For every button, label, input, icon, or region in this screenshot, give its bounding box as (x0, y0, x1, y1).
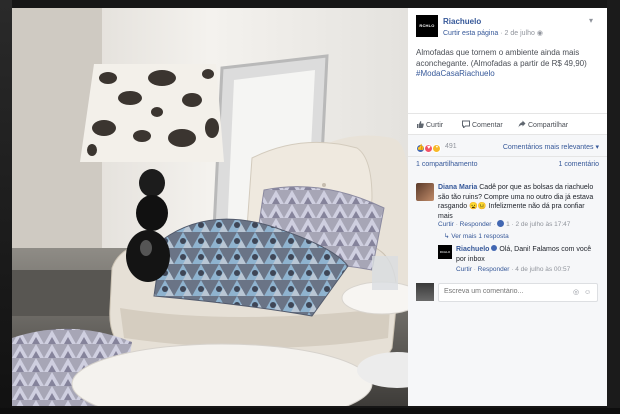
like-page-link[interactable]: Curtir esta página (443, 30, 498, 37)
comments-count[interactable]: 1 comentário (559, 161, 599, 168)
caret-down-icon: ▾ (595, 144, 599, 151)
stats-row: 1 compartilhamento 1 comentário (408, 157, 607, 175)
comment-composer[interactable]: ◎ ☺ (438, 283, 598, 302)
reply-like-link[interactable]: Curtir (456, 266, 472, 273)
chevron-down-icon[interactable]: ▾ (589, 16, 598, 25)
reply-date[interactable]: 4 de julho às 00:57 (515, 266, 570, 273)
photo-viewer: RCHLO Riachuelo Curtir esta página · 2 d… (0, 0, 620, 414)
comment-text-block: Diana Maria Cadê por que as bolsas da ri… (438, 183, 598, 221)
post-body: Almofadas que tornem o ambiente ainda ma… (408, 48, 607, 88)
reply-reply-link[interactable]: Responder (478, 266, 510, 273)
like-button[interactable]: Curtir (416, 120, 443, 129)
backdrop-bottom (0, 408, 620, 414)
wow-reaction-icon: • (432, 144, 442, 153)
commenter-name[interactable]: Diana Maria (438, 184, 477, 191)
comment-like-link[interactable]: Curtir (438, 221, 454, 228)
sort-label: Comentários mais relevantes (502, 144, 594, 151)
sticker-icon[interactable]: ☺ (584, 289, 592, 297)
more-replies-label: Ver mais 1 resposta (451, 233, 509, 240)
comment-button[interactable]: Comentar (462, 120, 503, 129)
comment-icon (462, 120, 470, 129)
comment-date[interactable]: 2 de julho às 17:47 (515, 221, 570, 228)
comment-sort-dropdown[interactable]: Comentários mais relevantes ▾ (503, 143, 599, 151)
like-label: Curtir (426, 122, 444, 129)
hashtag-link[interactable]: #ModaCasaRiachuelo (416, 69, 495, 78)
comment-like-count[interactable]: 1 (506, 221, 510, 228)
backdrop-left (0, 0, 12, 414)
reactions-row: 👍 ♥ • 491 Comentários mais relevantes ▾ (408, 135, 607, 157)
replier-name[interactable]: Riachuelo (456, 246, 489, 253)
comment-label: Comentar (472, 122, 503, 129)
post-header: RCHLO Riachuelo Curtir esta página · 2 d… (408, 8, 607, 48)
comment-input[interactable] (444, 288, 554, 295)
comment-meta: Curtir · Responder · 1 · 2 de julho às 1… (438, 220, 571, 228)
avatar[interactable] (416, 183, 434, 201)
living-room-photo-icon (12, 8, 408, 406)
thumbs-up-icon (497, 220, 505, 227)
reaction-count[interactable]: 491 (445, 143, 457, 150)
thumbs-up-icon (416, 120, 424, 128)
post-actions: Curtir Comentar Compartilhar (408, 113, 607, 135)
share-label: Compartilhar (528, 122, 569, 129)
reaction-icons[interactable]: 👍 ♥ • (416, 142, 442, 153)
page-avatar[interactable]: RCHLO (416, 15, 438, 37)
current-user-avatar (416, 283, 434, 301)
camera-icon[interactable]: ◎ (573, 289, 581, 297)
share-button[interactable]: Compartilhar (518, 120, 568, 129)
comments-section: Diana Maria Cadê por que as bolsas da ri… (408, 175, 607, 406)
page-reply-avatar[interactable]: RCHLO (438, 245, 452, 259)
view-more-replies-link[interactable]: ↳ Ver mais 1 resposta (444, 232, 509, 240)
shares-count[interactable]: 1 compartilhamento (416, 161, 477, 168)
post-date[interactable]: 2 de julho (505, 30, 535, 37)
post-photo[interactable] (12, 8, 408, 406)
post-text: Almofadas que tornem o ambiente ainda ma… (416, 48, 587, 68)
globe-icon: ◉ (536, 30, 543, 37)
page-name-link[interactable]: Riachuelo (443, 17, 481, 26)
share-icon (518, 120, 526, 128)
reply-text-block: Riachuelo Olá, Dani! Falamos com você po… (456, 245, 602, 264)
backdrop-right (607, 0, 620, 414)
post-panel: RCHLO Riachuelo Curtir esta página · 2 d… (408, 8, 607, 406)
post-meta: Curtir esta página · 2 de julho ◉ (443, 29, 543, 37)
verified-badge-icon (491, 245, 498, 251)
comment-reply-link[interactable]: Responder (460, 221, 492, 228)
reply-meta: Curtir · Responder · 4 de julho às 00:57 (456, 266, 571, 273)
